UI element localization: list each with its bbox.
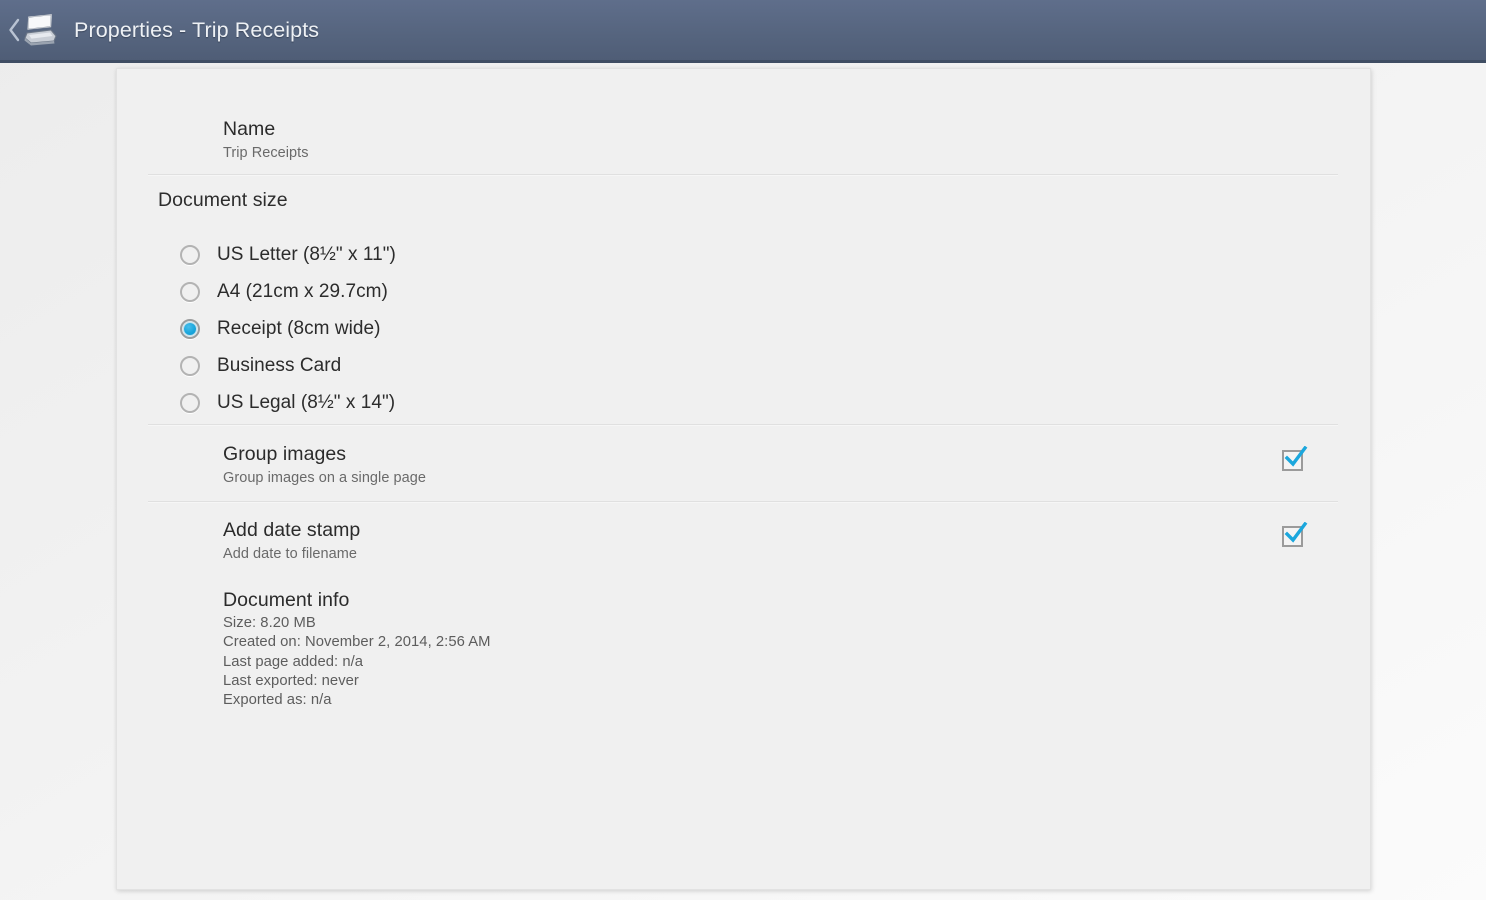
- group-images-description: Group images on a single page: [223, 470, 426, 486]
- check-icon: [1284, 446, 1308, 467]
- radio-label: US Legal (8½" x 14"): [217, 391, 396, 413]
- document-info-exported-as: Exported as: n/a: [223, 692, 332, 709]
- radio-option-receipt[interactable]: Receipt (8cm wide): [180, 310, 396, 347]
- section-header-document-size: Document size: [158, 189, 288, 211]
- document-info-block: Document info Size: 8.20 MB Created on: …: [223, 587, 491, 710]
- radio-option-business-card[interactable]: Business Card: [180, 347, 396, 384]
- divider-after-name: [148, 174, 1338, 176]
- divider-after-radios: [148, 424, 1338, 426]
- name-value: Trip Receipts: [223, 145, 309, 161]
- radio-option-us-legal[interactable]: US Legal (8½" x 14"): [180, 384, 396, 421]
- document-info-last-page-added: Last page added: n/a: [223, 653, 364, 670]
- pref-name[interactable]: Name Trip Receipts: [148, 116, 1338, 164]
- radio-label: Business Card: [217, 354, 342, 376]
- add-date-stamp-checkbox[interactable]: [1282, 522, 1308, 549]
- radio-icon: [180, 281, 200, 302]
- radio-icon: [180, 355, 200, 376]
- document-info-size: Size: 8.20 MB: [223, 615, 316, 631]
- document-info-label: Document info: [223, 589, 350, 611]
- radio-icon: [180, 244, 200, 265]
- properties-card: Name Trip Receipts Document size US Lett…: [116, 68, 1371, 890]
- document-size-radio-group[interactable]: US Letter (8½" x 11") A4 (21cm x 29.7cm)…: [180, 236, 396, 421]
- add-date-stamp-description: Add date to filename: [223, 546, 358, 562]
- pref-add-date-stamp[interactable]: Add date stamp Add date to filename: [148, 517, 1338, 565]
- radio-option-a4[interactable]: A4 (21cm x 29.7cm): [180, 273, 396, 310]
- document-info-created-on: Created on: November 2, 2014, 2:56 AM: [223, 634, 491, 651]
- add-date-stamp-label: Add date stamp: [223, 519, 361, 541]
- pref-group-images[interactable]: Group images Group images on a single pa…: [148, 441, 1338, 489]
- window-title: Properties - Trip Receipts: [74, 17, 320, 42]
- radio-label: Receipt (8cm wide): [217, 317, 381, 339]
- group-images-checkbox[interactable]: [1282, 446, 1308, 473]
- group-images-label: Group images: [223, 443, 347, 465]
- radio-option-us-letter[interactable]: US Letter (8½" x 11"): [180, 236, 396, 273]
- radio-label: A4 (21cm x 29.7cm): [217, 280, 388, 302]
- name-label: Name: [223, 118, 276, 140]
- radio-label: US Letter (8½" x 11"): [217, 243, 396, 265]
- radio-icon-selected: [180, 318, 200, 339]
- divider-after-group-images: [148, 501, 1338, 503]
- titlebar: Properties - Trip Receipts: [0, 0, 1486, 63]
- check-icon: [1284, 522, 1308, 543]
- app-window: Properties - Trip Receipts Name Trip Rec…: [0, 0, 1486, 900]
- document-info-last-exported: Last exported: never: [223, 672, 359, 689]
- scanner-icon[interactable]: [20, 10, 60, 50]
- radio-icon: [180, 392, 200, 413]
